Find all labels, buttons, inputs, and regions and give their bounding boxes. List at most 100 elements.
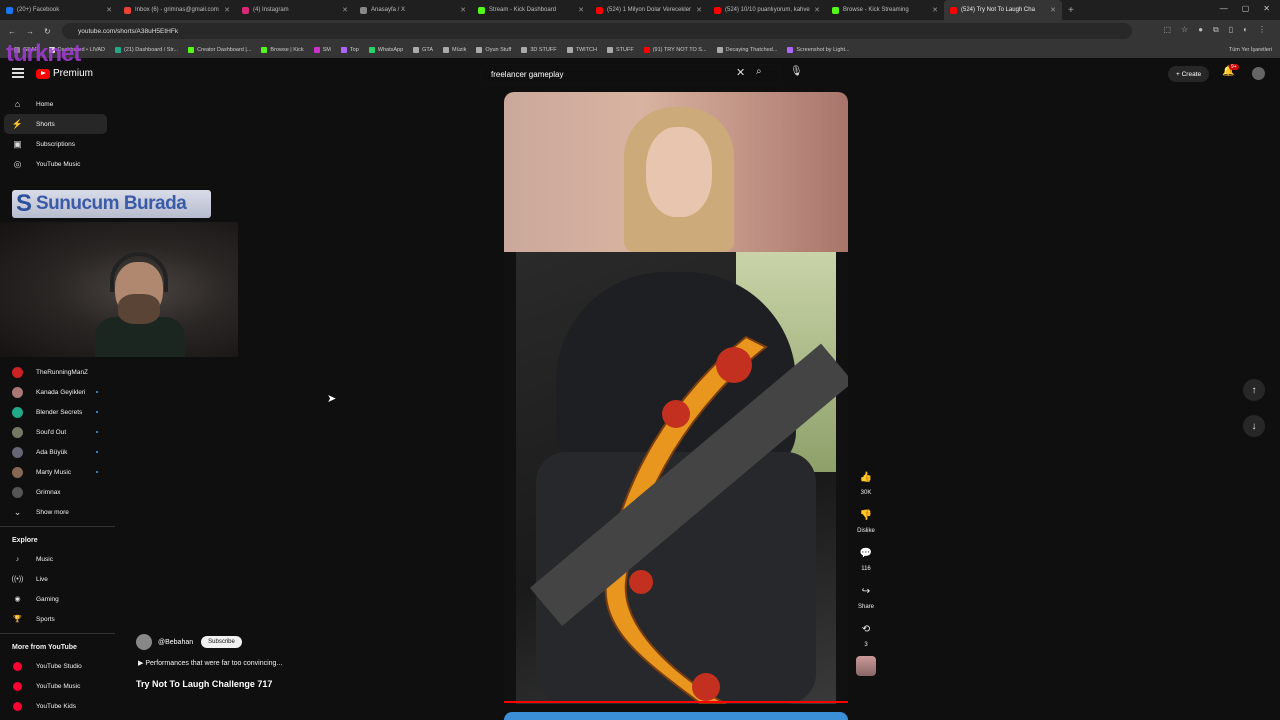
remix-action[interactable]: ⟲ 3 [850,618,882,649]
browser-tab[interactable]: Inbox (6) - grimnas@gmail.com ✕ [118,0,236,20]
tab-close-icon[interactable]: ✕ [342,6,348,14]
bookmark-item[interactable]: Decaying Thatched... [716,47,777,53]
sidebar-subscription-ada-b-y-k[interactable]: Ada Büyük [0,442,115,462]
search-input[interactable]: freelancer gameplay [480,64,780,84]
sidebar-subscription-soul-d-out[interactable]: Soul'd Out [0,422,115,442]
sidebar-item-youtube-kids[interactable]: YouTube Kids [0,696,115,716]
puzzle-icon[interactable]: ⧉ [1213,25,1219,35]
sidebar-subscription-therunningmanz[interactable]: TheRunningManZ [0,362,115,382]
search-icon[interactable]: ⌕ [756,66,762,77]
tab-close-icon[interactable]: ✕ [932,6,938,14]
sidebar-subscription-marty-music[interactable]: Marty Music [0,462,115,482]
star-icon[interactable]: ☆ [1181,25,1188,35]
channel-name[interactable]: @Bebahan [158,639,193,646]
more-icon[interactable]: ⋮ [1258,25,1266,35]
video-progress-bar[interactable] [504,701,848,703]
short-description[interactable]: ▶ Performances that were far too convinc… [138,659,282,667]
youtube-logo[interactable]: Premium [36,68,93,79]
install-icon[interactable]: ⬚ [1163,25,1171,35]
share-icon[interactable]: ↪ [855,580,877,602]
sidebar-item-gaming[interactable]: ◉ Gaming [0,589,115,609]
sidebar-item-youtube-music[interactable]: ◎ YouTube Music [0,154,115,174]
profile-icon[interactable]: ◐ [1243,25,1248,35]
bookmark-item[interactable]: (21) Dashboard / Str... [114,47,178,53]
tab-close-icon[interactable]: ✕ [224,6,230,14]
sidebar-item-youtube-music[interactable]: YouTube Music [0,676,115,696]
dislike-icon[interactable]: 👎 [855,504,877,526]
sidebar-item-live[interactable]: ((•)) Live [0,569,115,589]
account-avatar[interactable] [1252,67,1265,80]
next-short-preview[interactable] [504,712,848,720]
comments-action[interactable]: 💬 116 [850,542,882,573]
sidebar-item-subscriptions[interactable]: ▣ Subscriptions [0,134,115,154]
browser-tab[interactable]: (524) Try Not To Laugh Cha ✕ [944,0,1062,20]
bookmark-item[interactable]: Screenshot by Light... [787,47,850,53]
dislike-action[interactable]: 👎 Dislike [850,504,882,535]
sidebar-subscription-blender-secrets[interactable]: Blender Secrets [0,402,115,422]
sidebar-item-music[interactable]: ♪ Music [0,549,115,569]
channel-avatar[interactable] [136,634,152,650]
tab-close-icon[interactable]: ✕ [578,6,584,14]
hamburger-menu-icon[interactable] [12,68,24,78]
browser-tab[interactable]: Stream - Kick Dashboard ✕ [472,0,590,20]
short-video-player[interactable] [504,92,848,704]
sidebar-item-sports[interactable]: 🏆 Sports [0,609,115,629]
browser-tab[interactable]: (4) Instagram ✕ [236,0,354,20]
all-bookmarks[interactable]: Tüm Yer İşaretleri [1229,47,1272,53]
previous-short-button[interactable]: ↑ [1243,379,1265,401]
reload-icon[interactable]: ↻ [44,27,54,36]
short-title[interactable]: Try Not To Laugh Challenge 717 [136,679,272,689]
bookmark-item[interactable]: Top [340,47,359,53]
bookmark-item[interactable]: Müzik [443,47,466,53]
subscribe-button[interactable]: Subscribe [201,636,242,648]
create-button[interactable]: + Create [1168,66,1210,82]
tab-close-icon[interactable]: ✕ [814,6,820,14]
minimize-icon[interactable]: — [1220,4,1228,13]
maximize-icon[interactable]: ▢ [1242,4,1250,13]
back-icon[interactable]: ← [8,27,18,36]
show-more-button[interactable]: ⌄ Show more [0,502,115,522]
browser-tab[interactable]: (20+) Facebook ✕ [0,0,118,20]
bookmark-item[interactable]: WhatsApp [368,47,403,53]
like-action[interactable]: 👍 30K [850,466,882,497]
bookmark-item[interactable]: (91) TRY NOT TO S... [643,47,707,53]
sidebar-subscription-kanada-geyikleri[interactable]: Kanada Geyikleri [0,382,115,402]
bookmark-item[interactable]: Oyun Stuff [476,47,511,53]
comment-icon[interactable]: 💬 [855,542,877,564]
bookmark-item[interactable]: Creator Dashboard |... [188,47,251,53]
bookmark-item[interactable]: GTA [413,47,433,53]
share-action[interactable]: ↪ Share [850,580,882,611]
close-window-icon[interactable]: ✕ [1263,4,1270,13]
browser-tab[interactable]: Anasayfa / X ✕ [354,0,472,20]
microphone-icon[interactable]: 🎙 [790,66,803,77]
tab-close-icon[interactable]: ✕ [460,6,466,14]
browser-tab[interactable]: Browse - Kick Streaming ✕ [826,0,944,20]
like-icon[interactable]: 👍 [855,466,877,488]
bookmark-icon [340,47,347,53]
tab-close-icon[interactable]: ✕ [106,6,112,14]
sidebar-subscription-grimnax[interactable]: Grimnax [0,482,115,502]
tab-close-icon[interactable]: ✕ [696,6,702,14]
sound-thumbnail[interactable] [856,656,876,676]
new-tab-icon[interactable]: + [1068,5,1074,16]
tab-close-icon[interactable]: ✕ [1050,6,1056,14]
sidebar-item-home[interactable]: ⌂ Home [0,94,115,114]
sidebar-item-shorts[interactable]: ⚡ Shorts [4,114,107,134]
bookmark-item[interactable]: TWITCH [566,47,597,53]
bookmark-item[interactable]: 3D STUFF [521,47,557,53]
browser-tab[interactable]: (524) 10/10 puanlıyorum, kahve ✕ [708,0,826,20]
bookmark-icon [566,47,573,53]
next-short-button[interactable]: ↓ [1243,415,1265,437]
forward-icon[interactable]: → [26,27,36,36]
extension-icon[interactable]: ● [1198,25,1203,35]
bookmark-item[interactable]: Browse | Kick [261,47,304,53]
bookmark-item[interactable]: SM [313,47,331,53]
clear-search-icon[interactable]: ✕ [736,66,745,79]
bookmark-item[interactable]: STUFF [606,47,634,53]
browser-tab[interactable]: (524) 1 Milyon Dolar Verecekler ✕ [590,0,708,20]
sports-icon: 🏆 [13,616,22,623]
sidebar-icon[interactable]: ▯ [1229,25,1233,35]
url-field[interactable]: youtube.com/shorts/A38uH5EtHFk [62,23,1132,39]
remix-icon[interactable]: ⟲ [855,618,877,640]
sidebar-item-youtube-studio[interactable]: YouTube Studio [0,656,115,676]
